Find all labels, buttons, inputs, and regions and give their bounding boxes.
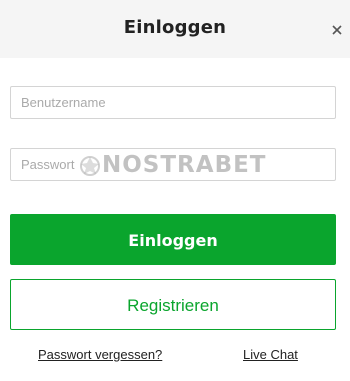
username-input[interactable]	[11, 87, 335, 118]
login-button[interactable]: Einloggen	[10, 214, 336, 265]
password-field-wrapper	[10, 148, 336, 181]
modal-header: Einloggen	[0, 0, 350, 58]
password-input[interactable]	[11, 149, 335, 180]
close-icon[interactable]	[328, 21, 346, 39]
register-button[interactable]: Registrieren	[10, 279, 336, 330]
modal-title: Einloggen	[123, 17, 227, 38]
live-chat-link[interactable]: Live Chat	[243, 347, 298, 362]
forgot-password-link[interactable]: Passwort vergessen?	[38, 347, 162, 362]
username-field-wrapper	[10, 86, 336, 119]
